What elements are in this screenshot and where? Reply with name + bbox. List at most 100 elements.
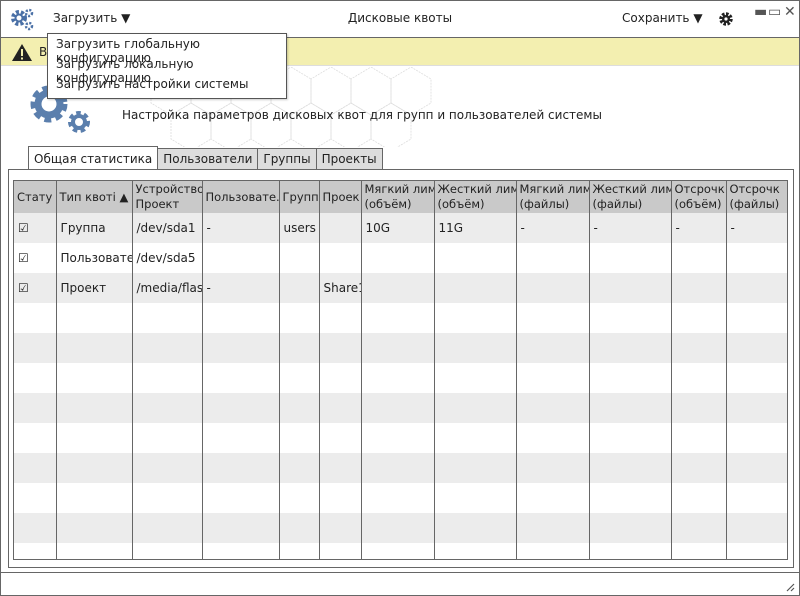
table-row[interactable]: ☑ Группа/dev/sda1- users 10G 11G - - - - — [14, 213, 787, 243]
table-cell — [516, 333, 590, 363]
status-checkbox[interactable] — [14, 453, 57, 483]
table-cell: /dev/sda1 — [132, 213, 203, 243]
column-header[interactable]: Стату — [14, 181, 57, 213]
status-checkbox[interactable] — [14, 483, 57, 513]
table-cell — [132, 423, 203, 453]
table-cell — [589, 453, 672, 483]
quota-table[interactable]: Стату Тип квоті ▲ Устройство Проект Пользов… — [13, 180, 788, 560]
table-cell — [434, 303, 517, 333]
tab-panel: Стату Тип квоті ▲ Устройство Проект Пользов… — [8, 169, 794, 568]
table-cell — [132, 333, 203, 363]
table-cell — [434, 393, 517, 423]
table-row[interactable] — [14, 333, 787, 363]
status-checkbox[interactable] — [14, 303, 57, 333]
load-dropdown-menu: Загрузить глобальную конфигурацию Загруз… — [47, 33, 287, 99]
status-checkbox[interactable] — [14, 513, 57, 543]
table-cell — [202, 483, 280, 513]
table-cell — [202, 333, 280, 363]
column-header[interactable]: Отсрочк (файлы) — [726, 181, 787, 213]
column-header[interactable]: Мягкий лимі (объём) — [361, 181, 435, 213]
table-cell — [726, 543, 787, 559]
table-cell: /dev/sda5 — [132, 243, 203, 273]
column-header[interactable]: Устройство Проект — [132, 181, 203, 213]
table-cell — [202, 513, 280, 543]
table-cell — [132, 303, 203, 333]
table-cell — [726, 513, 787, 543]
menu-item-load-local-config[interactable]: Загрузить локальную конфигурацию — [48, 56, 286, 85]
minimize-button[interactable]: ▬ — [754, 5, 767, 19]
column-header[interactable]: Проек — [319, 181, 362, 213]
table-cell — [202, 243, 280, 273]
table-cell — [361, 243, 435, 273]
table-cell: 11G — [434, 213, 517, 243]
menu-item-load-global-config[interactable]: Загрузить глобальную конфигурацию — [48, 36, 286, 65]
table-cell — [589, 513, 672, 543]
table-cell — [726, 243, 787, 273]
table-cell — [726, 393, 787, 423]
table-cell — [726, 363, 787, 393]
table-cell — [589, 363, 672, 393]
close-button[interactable]: ✕ — [784, 5, 796, 19]
table-cell — [361, 333, 435, 363]
table-cell — [434, 423, 517, 453]
status-bar — [1, 572, 799, 596]
table-row[interactable] — [14, 423, 787, 453]
table-cell: - — [726, 213, 787, 243]
tab-projects[interactable]: Проекты — [315, 148, 383, 169]
status-checkbox[interactable] — [14, 333, 57, 363]
resize-grip-icon[interactable] — [785, 582, 795, 592]
menu-item-load-system-settings[interactable]: Загрузить настройки системы — [48, 76, 286, 96]
table-cell — [516, 393, 590, 423]
table-cell — [434, 543, 517, 559]
table-cell — [319, 303, 362, 333]
table-cell — [132, 483, 203, 513]
table-row[interactable] — [14, 513, 787, 543]
status-checkbox[interactable] — [14, 543, 57, 559]
table-cell — [56, 363, 133, 393]
tab-bar: Общая статистика Пользователи Группы Про… — [28, 146, 383, 169]
load-label: Загрузить — [53, 11, 118, 25]
table-cell: Группа — [56, 213, 133, 243]
status-checkbox[interactable] — [14, 423, 57, 453]
table-cell — [726, 303, 787, 333]
tab-users[interactable]: Пользователи — [157, 148, 259, 169]
table-row[interactable] — [14, 543, 787, 559]
table-cell — [56, 483, 133, 513]
column-header[interactable]: Отсрочк (объём) — [671, 181, 727, 213]
table-row[interactable]: ☑Проект/media/flas- Share1 — [14, 273, 787, 303]
status-checkbox[interactable]: ☑ — [14, 213, 57, 243]
maximize-button[interactable]: ▭ — [768, 5, 781, 19]
table-cell: 10G — [361, 213, 435, 243]
table-cell — [279, 363, 320, 393]
save-menu-button[interactable]: Сохранить ▼ — [622, 11, 703, 25]
table-cell — [319, 363, 362, 393]
table-cell: Share1 — [319, 273, 362, 303]
table-row[interactable] — [14, 453, 787, 483]
table-cell — [434, 483, 517, 513]
table-cell — [361, 483, 435, 513]
table-row[interactable]: ☑ Пользовате./dev/sda5 — [14, 243, 787, 273]
column-header[interactable]: Тип квоті ▲ — [56, 181, 133, 213]
column-header[interactable]: Мягкий лимі (файлы) — [516, 181, 590, 213]
table-row[interactable] — [14, 303, 787, 333]
table-row[interactable] — [14, 393, 787, 423]
table-cell — [671, 543, 727, 559]
table-row[interactable] — [14, 363, 787, 393]
settings-gear-icon[interactable] — [719, 12, 733, 26]
tab-groups[interactable]: Группы — [257, 148, 317, 169]
column-header[interactable]: Жесткий лим (файлы) — [589, 181, 672, 213]
status-checkbox[interactable] — [14, 393, 57, 423]
status-checkbox[interactable]: ☑ — [14, 273, 57, 303]
load-menu-button[interactable]: Загрузить ▼ — [53, 11, 130, 25]
table-cell — [56, 333, 133, 363]
tab-general-stats[interactable]: Общая статистика — [28, 146, 159, 169]
caret-down-icon: ▼ — [121, 11, 131, 25]
column-header[interactable]: Жесткий лим (объём) — [434, 181, 517, 213]
table-cell: - — [202, 213, 280, 243]
column-header[interactable]: Пользовате. — [202, 181, 280, 213]
column-header[interactable]: Группі — [279, 181, 320, 213]
status-checkbox[interactable] — [14, 363, 57, 393]
table-row[interactable] — [14, 483, 787, 513]
table-cell — [516, 423, 590, 453]
status-checkbox[interactable]: ☑ — [14, 243, 57, 273]
